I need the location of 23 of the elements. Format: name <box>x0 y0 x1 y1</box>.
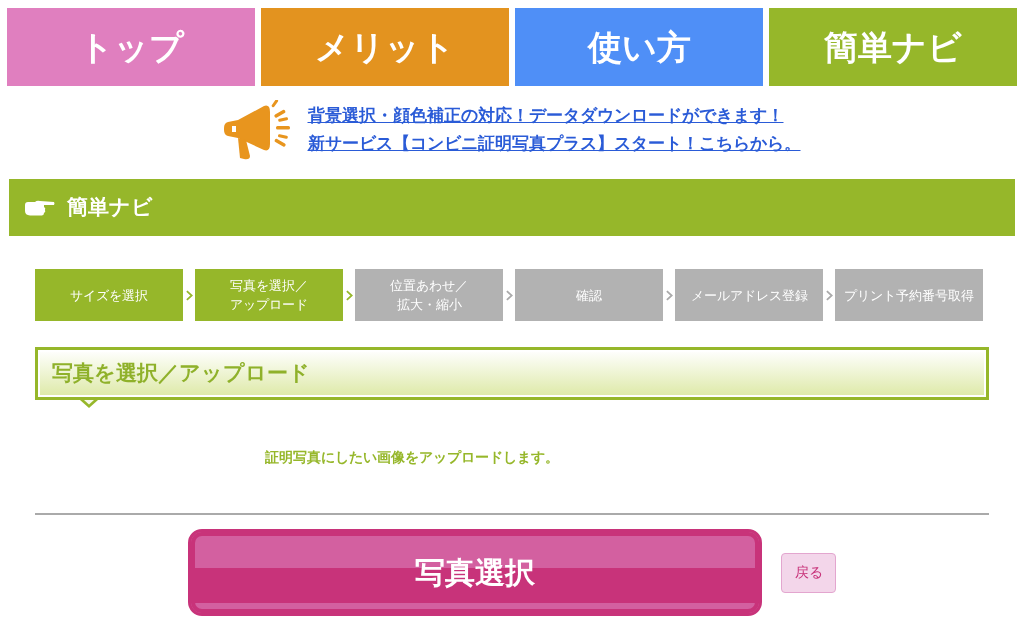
chevron-icon <box>665 289 673 301</box>
progress-step: サイズを選択 <box>35 269 183 321</box>
nav-tab[interactable]: 使い方 <box>515 8 763 86</box>
progress-step: 確認 <box>515 269 663 321</box>
announcement-link[interactable]: 背景選択・顔色補正の対応！データダウンロードができます！ <box>307 102 801 130</box>
instruction-text: 証明写真にしたい画像をアップロードします。 <box>265 448 560 467</box>
section-heading: 写真を選択／アップロード <box>52 359 310 387</box>
back-button[interactable]: 戻る <box>781 552 836 593</box>
chevron-icon <box>345 289 353 301</box>
nav-tab[interactable]: 簡単ナビ <box>769 8 1017 86</box>
progress-step: 位置あわせ／ 拡大・縮小 <box>355 269 503 321</box>
progress-step: 写真を選択／ アップロード <box>195 269 343 321</box>
progress-step: メールアドレス登録 <box>675 269 823 321</box>
select-photo-button[interactable]: 写真選択 <box>188 529 762 616</box>
section-title: 簡単ナビ <box>67 193 153 221</box>
announcement-link[interactable]: 新サービス【コンビニ証明写真プラス】スタート！こちらから。 <box>307 130 801 158</box>
pointing-hand-icon <box>25 199 55 216</box>
nav-tab[interactable]: トップ <box>7 8 255 86</box>
nav-tab[interactable]: メリット <box>261 8 509 86</box>
progress-step: プリント予約番号取得 <box>835 269 983 321</box>
chevron-icon <box>505 289 513 301</box>
chevron-icon <box>185 289 193 301</box>
chevron-icon <box>825 289 833 301</box>
